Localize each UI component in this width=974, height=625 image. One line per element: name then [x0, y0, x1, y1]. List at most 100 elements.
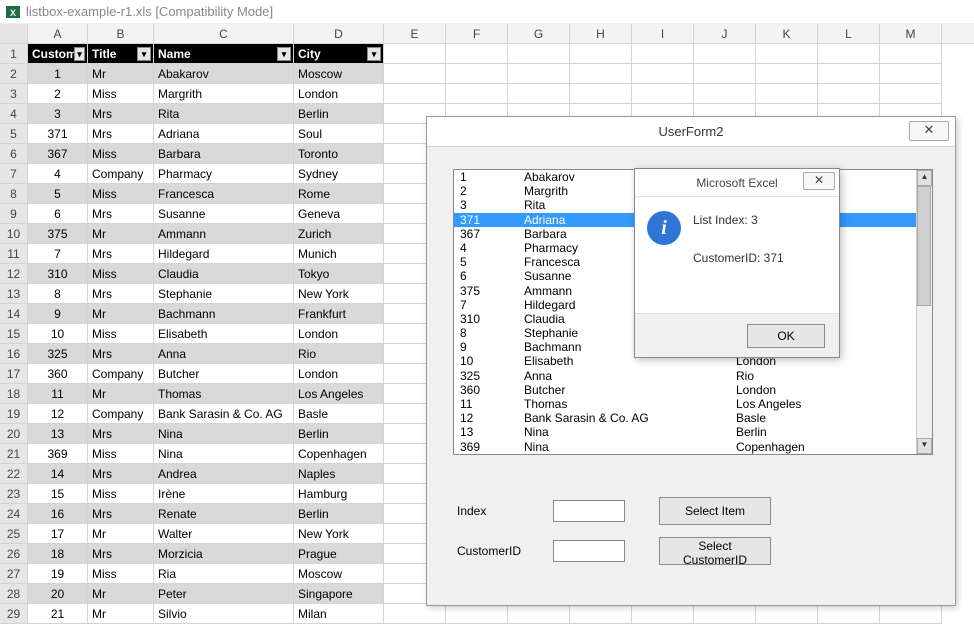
cell[interactable]: Rio [294, 344, 384, 364]
cell[interactable]: Company [88, 404, 154, 424]
row-number[interactable]: 4 [0, 104, 28, 124]
cell[interactable]: 8 [28, 284, 88, 304]
row-number[interactable]: 23 [0, 484, 28, 504]
cell[interactable]: Mrs [88, 464, 154, 484]
cell[interactable]: 369 [28, 444, 88, 464]
row-number[interactable]: 28 [0, 584, 28, 604]
cell[interactable]: Mr [88, 524, 154, 544]
cell[interactable]: Milan [294, 604, 384, 624]
cell[interactable]: Mrs [88, 504, 154, 524]
cell[interactable]: 367 [28, 144, 88, 164]
filter-dropdown-icon[interactable]: ▾ [74, 47, 85, 61]
cell[interactable] [446, 64, 508, 84]
userform-close-button[interactable]: ✕ [909, 121, 949, 141]
row-number[interactable]: 21 [0, 444, 28, 464]
filter-dropdown-icon[interactable]: ▾ [137, 47, 151, 61]
cell[interactable]: Tokyo [294, 264, 384, 284]
cell[interactable] [694, 604, 756, 624]
cell[interactable] [694, 84, 756, 104]
cell[interactable]: Moscow [294, 564, 384, 584]
cell[interactable]: Berlin [294, 504, 384, 524]
listbox-item[interactable]: 13NinaBerlin [454, 425, 932, 439]
cell[interactable]: Pharmacy [154, 164, 294, 184]
cell[interactable]: Miss [88, 324, 154, 344]
cell[interactable]: 4 [28, 164, 88, 184]
cell[interactable] [446, 604, 508, 624]
select-all-corner[interactable] [0, 24, 28, 43]
cell[interactable] [818, 84, 880, 104]
cell[interactable] [508, 64, 570, 84]
cell[interactable]: 17 [28, 524, 88, 544]
column-header[interactable]: M [880, 24, 942, 43]
messagebox-ok-button[interactable]: OK [747, 324, 825, 348]
row-number[interactable]: 6 [0, 144, 28, 164]
cell[interactable]: Mrs [88, 424, 154, 444]
row-number[interactable]: 29 [0, 604, 28, 624]
cell[interactable]: Irène [154, 484, 294, 504]
cell[interactable]: Thomas [154, 384, 294, 404]
select-customerid-button[interactable]: Select CustomerID [659, 537, 771, 565]
column-header[interactable]: G [508, 24, 570, 43]
cell[interactable]: Moscow [294, 64, 384, 84]
cell[interactable]: Butcher [154, 364, 294, 384]
cell[interactable]: 5 [28, 184, 88, 204]
cell[interactable]: Mrs [88, 104, 154, 124]
cell[interactable]: 1 [28, 64, 88, 84]
column-header[interactable]: D [294, 24, 384, 43]
cell[interactable]: Berlin [294, 104, 384, 124]
cell[interactable]: Miss [88, 484, 154, 504]
cell[interactable]: 14 [28, 464, 88, 484]
cell[interactable] [384, 64, 446, 84]
userform-titlebar[interactable]: UserForm2 ✕ [427, 117, 955, 147]
row-number[interactable]: 22 [0, 464, 28, 484]
cell[interactable]: Miss [88, 84, 154, 104]
cell[interactable]: Anna [154, 344, 294, 364]
messagebox-close-button[interactable]: ✕ [803, 172, 835, 190]
cell[interactable]: Miss [88, 144, 154, 164]
row-number[interactable]: 10 [0, 224, 28, 244]
cell[interactable]: Basle [294, 404, 384, 424]
cell[interactable]: Hamburg [294, 484, 384, 504]
cell[interactable]: Mrs [88, 544, 154, 564]
cell[interactable]: Naples [294, 464, 384, 484]
cell[interactable] [632, 44, 694, 64]
cell[interactable]: Company [88, 164, 154, 184]
cell[interactable] [384, 84, 446, 104]
cell[interactable]: 15 [28, 484, 88, 504]
cell[interactable]: Morzicia [154, 544, 294, 564]
cell[interactable]: Rita [154, 104, 294, 124]
cell[interactable]: Geneva [294, 204, 384, 224]
listbox-scrollbar[interactable]: ▲ ▼ [916, 170, 932, 454]
cell[interactable] [756, 84, 818, 104]
row-number[interactable]: 27 [0, 564, 28, 584]
cell[interactable]: 13 [28, 424, 88, 444]
cell[interactable]: Miss [88, 564, 154, 584]
cell[interactable] [694, 44, 756, 64]
cell[interactable]: Stephanie [154, 284, 294, 304]
cell[interactable]: Rome [294, 184, 384, 204]
column-header[interactable]: E [384, 24, 446, 43]
cell[interactable]: Soul [294, 124, 384, 144]
customerid-input[interactable] [553, 540, 625, 562]
cell[interactable]: Walter [154, 524, 294, 544]
cell[interactable]: Peter [154, 584, 294, 604]
cell[interactable]: Mr [88, 584, 154, 604]
cell[interactable] [880, 84, 942, 104]
cell[interactable] [632, 604, 694, 624]
column-header[interactable]: J [694, 24, 756, 43]
row-number[interactable]: 1 [0, 44, 28, 64]
row-number[interactable]: 19 [0, 404, 28, 424]
cell[interactable]: Francesca [154, 184, 294, 204]
cell[interactable] [880, 44, 942, 64]
scroll-thumb[interactable] [917, 186, 931, 306]
cell[interactable] [446, 44, 508, 64]
cell[interactable]: Abakarov [154, 64, 294, 84]
listbox-item[interactable]: 369NinaCopenhagen [454, 440, 932, 454]
cell[interactable] [880, 604, 942, 624]
cell[interactable]: London [294, 364, 384, 384]
cell[interactable]: 310 [28, 264, 88, 284]
cell[interactable] [384, 604, 446, 624]
cell[interactable]: Miss [88, 264, 154, 284]
cell[interactable]: 371 [28, 124, 88, 144]
filter-dropdown-icon[interactable]: ▾ [367, 47, 381, 61]
